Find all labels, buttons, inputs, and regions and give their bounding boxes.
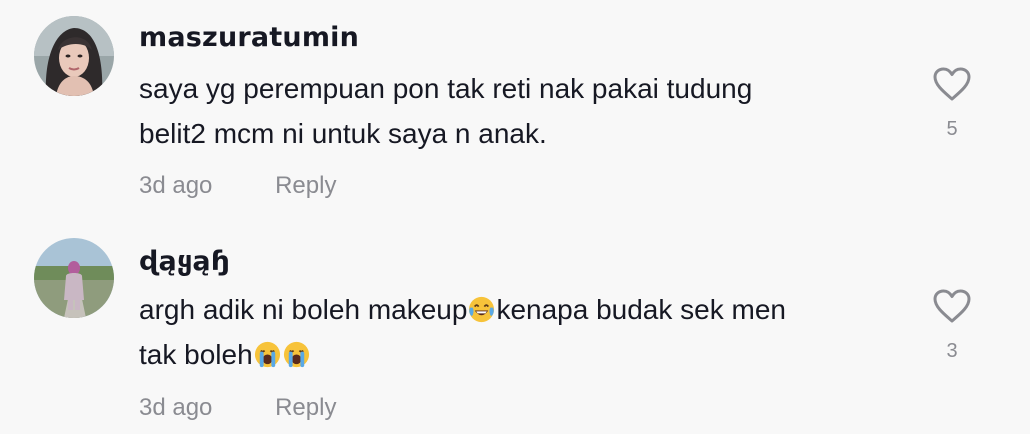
like-button[interactable]: 3 — [928, 288, 976, 363]
comment-username[interactable]: ɖąყąɧ — [139, 246, 230, 277]
like-count: 3 — [946, 340, 958, 362]
comment-meta: 3d ago Reply — [139, 394, 336, 422]
comment-text: saya yg perempuan pon tak reti nak pakai… — [139, 66, 899, 156]
comment-text-segment: tak boleh — [139, 339, 253, 370]
comment-date: 3d ago — [139, 394, 213, 421]
heart-icon[interactable] — [932, 66, 972, 102]
avatar-image — [34, 238, 114, 318]
avatar-image — [34, 16, 114, 96]
reply-button[interactable]: Reply — [275, 172, 336, 200]
reply-button[interactable]: Reply — [275, 394, 336, 422]
loudly-crying-face-icon — [283, 341, 309, 368]
loudly-crying-face-icon — [254, 341, 280, 368]
like-button[interactable]: 5 — [928, 66, 976, 141]
face-with-tears-of-joy-icon — [469, 296, 495, 323]
comment-username[interactable]: maszuratumin — [139, 22, 359, 53]
comment-item: maszuratumin saya yg perempuan pon tak r… — [0, 0, 1030, 222]
comment-text-line: belit2 mcm ni untuk saya n anak. — [139, 118, 547, 149]
comment-meta: 3d ago Reply — [139, 172, 336, 200]
avatar[interactable] — [34, 238, 114, 318]
heart-icon[interactable] — [932, 288, 972, 324]
comment-text-segment: kenapa budak sek men — [496, 294, 786, 325]
comment-text-line: saya yg perempuan pon tak reti nak pakai… — [139, 73, 753, 104]
avatar[interactable] — [34, 16, 114, 96]
comment-item: ɖąყąɧ argh adik ni boleh makeup kenapa b… — [0, 222, 1030, 434]
like-count: 5 — [946, 118, 958, 140]
comment-text: argh adik ni boleh makeup kenapa budak s… — [139, 287, 899, 377]
comment-text-segment: argh adik ni boleh makeup — [139, 294, 468, 325]
comment-date: 3d ago — [139, 172, 213, 199]
